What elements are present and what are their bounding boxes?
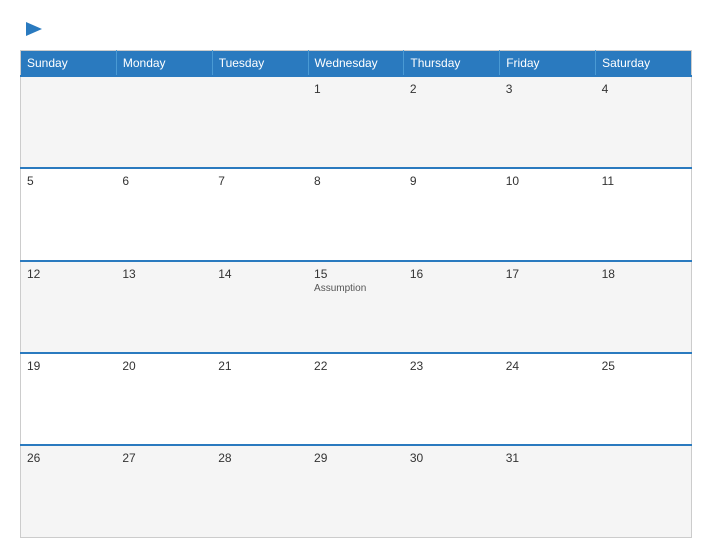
day-number: 17 <box>506 267 590 281</box>
day-number: 28 <box>218 451 302 465</box>
day-number: 30 <box>410 451 494 465</box>
day-number: 29 <box>314 451 398 465</box>
day-number: 6 <box>122 174 206 188</box>
calendar-cell: 16 <box>404 261 500 353</box>
calendar-cell: 20 <box>116 353 212 445</box>
day-number: 15 <box>314 267 398 281</box>
day-number: 20 <box>122 359 206 373</box>
calendar-cell: 24 <box>500 353 596 445</box>
calendar-cell: 8 <box>308 168 404 260</box>
day-number: 14 <box>218 267 302 281</box>
day-number: 11 <box>602 174 685 188</box>
calendar-cell: 10 <box>500 168 596 260</box>
day-number: 19 <box>27 359 110 373</box>
day-number: 5 <box>27 174 110 188</box>
day-number: 31 <box>506 451 590 465</box>
calendar-cell <box>212 76 308 168</box>
weekday-header-sunday: Sunday <box>21 51 117 77</box>
day-number: 21 <box>218 359 302 373</box>
weekday-header-wednesday: Wednesday <box>308 51 404 77</box>
calendar-cell: 28 <box>212 445 308 537</box>
page-header <box>20 18 692 40</box>
calendar-cell: 14 <box>212 261 308 353</box>
calendar-cell: 29 <box>308 445 404 537</box>
calendar-cell: 12 <box>21 261 117 353</box>
day-number: 23 <box>410 359 494 373</box>
calendar-cell: 25 <box>596 353 692 445</box>
calendar-week-row: 19 20 21 22 23 24 25 <box>21 353 692 445</box>
day-number: 10 <box>506 174 590 188</box>
day-number: 18 <box>602 267 685 281</box>
calendar-cell: 21 <box>212 353 308 445</box>
calendar-cell: 17 <box>500 261 596 353</box>
calendar-header: SundayMondayTuesdayWednesdayThursdayFrid… <box>21 51 692 77</box>
calendar-cell: 13 <box>116 261 212 353</box>
day-number: 25 <box>602 359 685 373</box>
day-number: 24 <box>506 359 590 373</box>
calendar-cell: 15 Assumption <box>308 261 404 353</box>
calendar-cell: 4 <box>596 76 692 168</box>
day-number: 26 <box>27 451 110 465</box>
day-number: 13 <box>122 267 206 281</box>
calendar-cell: 18 <box>596 261 692 353</box>
calendar-cell <box>21 76 117 168</box>
day-number: 27 <box>122 451 206 465</box>
logo <box>20 18 44 40</box>
calendar-cell: 23 <box>404 353 500 445</box>
day-number: 16 <box>410 267 494 281</box>
weekday-header-monday: Monday <box>116 51 212 77</box>
logo-flag-icon <box>22 18 44 40</box>
day-number: 8 <box>314 174 398 188</box>
weekday-header-tuesday: Tuesday <box>212 51 308 77</box>
day-number: 7 <box>218 174 302 188</box>
calendar-cell: 19 <box>21 353 117 445</box>
calendar-week-row: 26 27 28 29 30 31 <box>21 445 692 537</box>
day-number: 1 <box>314 82 398 96</box>
calendar-cell: 27 <box>116 445 212 537</box>
calendar-week-row: 12 13 14 15 Assumption 16 17 18 <box>21 261 692 353</box>
day-number: 2 <box>410 82 494 96</box>
calendar-cell: 6 <box>116 168 212 260</box>
calendar-cell <box>116 76 212 168</box>
calendar-cell: 30 <box>404 445 500 537</box>
calendar-cell: 1 <box>308 76 404 168</box>
calendar-table: SundayMondayTuesdayWednesdayThursdayFrid… <box>20 50 692 538</box>
calendar-cell: 2 <box>404 76 500 168</box>
day-number: 12 <box>27 267 110 281</box>
event-label: Assumption <box>314 283 398 294</box>
day-number: 22 <box>314 359 398 373</box>
calendar-cell: 3 <box>500 76 596 168</box>
calendar-week-row: 56789 10 11 <box>21 168 692 260</box>
calendar-cell: 11 <box>596 168 692 260</box>
calendar-cell <box>596 445 692 537</box>
calendar-cell: 5 <box>21 168 117 260</box>
weekday-header-row: SundayMondayTuesdayWednesdayThursdayFrid… <box>21 51 692 77</box>
weekday-header-saturday: Saturday <box>596 51 692 77</box>
calendar-cell: 7 <box>212 168 308 260</box>
day-number: 4 <box>602 82 685 96</box>
calendar-cell: 26 <box>21 445 117 537</box>
calendar-cell: 22 <box>308 353 404 445</box>
calendar-cell: 9 <box>404 168 500 260</box>
day-number: 9 <box>410 174 494 188</box>
calendar-cell: 31 <box>500 445 596 537</box>
calendar-body: 123456789101112131415Assumption161718192… <box>21 76 692 538</box>
calendar-week-row: 1234 <box>21 76 692 168</box>
weekday-header-thursday: Thursday <box>404 51 500 77</box>
weekday-header-friday: Friday <box>500 51 596 77</box>
day-number: 3 <box>506 82 590 96</box>
calendar-page: SundayMondayTuesdayWednesdayThursdayFrid… <box>0 0 712 550</box>
